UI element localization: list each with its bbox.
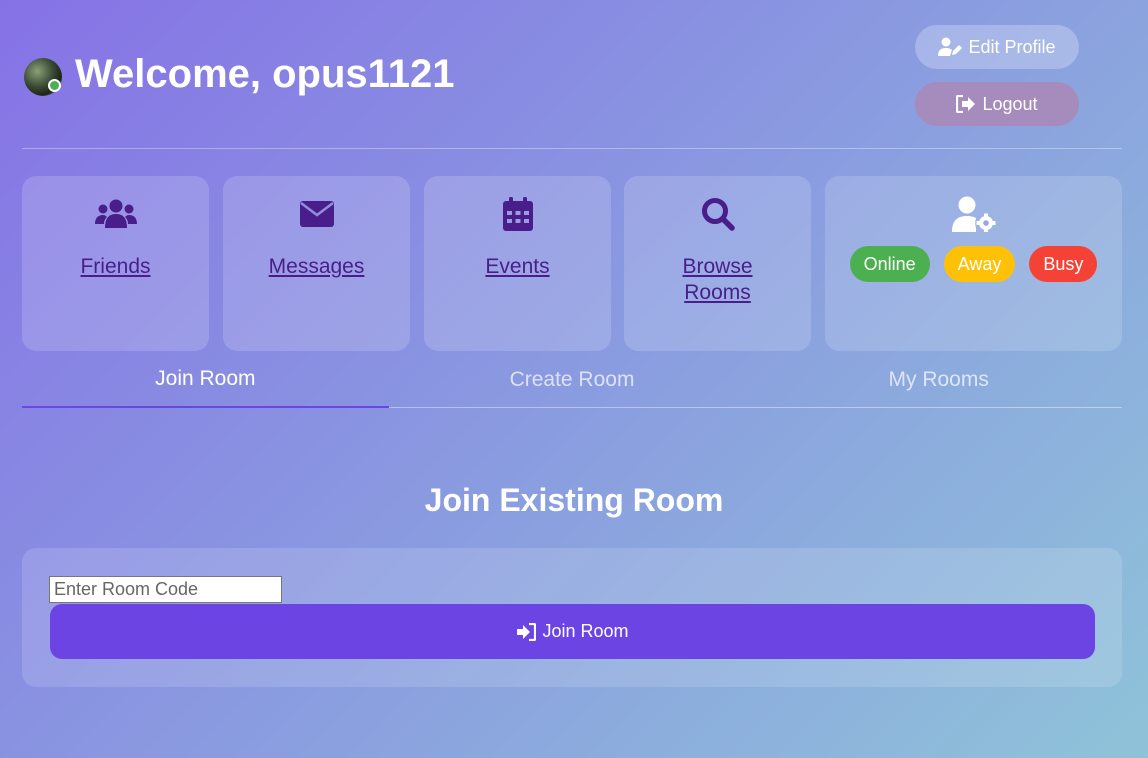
room-code-input[interactable] <box>49 576 282 603</box>
sign-in-icon <box>517 622 537 641</box>
join-room-label: Join Room <box>542 621 629 641</box>
events-card[interactable]: Events <box>424 176 611 351</box>
join-room-button[interactable]: Join Room <box>50 604 1095 659</box>
browse-rooms-card[interactable]: Browse Rooms <box>624 176 811 351</box>
friends-link[interactable]: Friends <box>80 254 150 280</box>
events-link[interactable]: Events <box>485 254 549 280</box>
messages-card[interactable]: Messages <box>223 176 410 351</box>
messages-link[interactable]: Messages <box>269 254 365 280</box>
envelope-icon <box>299 201 334 227</box>
tab-create-room[interactable]: Create Room <box>389 352 756 407</box>
status-online-button[interactable]: Online <box>849 246 930 282</box>
welcome-heading: Welcome, opus1121 <box>75 52 455 96</box>
status-busy-button[interactable]: Busy <box>1029 246 1098 282</box>
browse-rooms-link[interactable]: Browse Rooms <box>658 254 778 306</box>
user-edit-icon <box>938 37 963 56</box>
calendar-icon <box>502 197 533 231</box>
status-away-button[interactable]: Away <box>943 246 1016 282</box>
user-settings-icon <box>951 196 995 232</box>
search-icon <box>701 198 735 231</box>
users-icon <box>94 199 137 228</box>
edit-profile-button[interactable]: Edit Profile <box>915 25 1079 69</box>
status-card: Online Away Busy <box>825 176 1122 351</box>
logout-label: Logout <box>982 93 1038 114</box>
logout-button[interactable]: Logout <box>915 82 1079 126</box>
section-title: Join Existing Room <box>424 482 724 518</box>
tab-join-room[interactable]: Join Room <box>22 352 389 408</box>
logout-icon <box>956 95 976 113</box>
online-indicator <box>48 79 61 92</box>
join-room-panel: Join Room <box>22 548 1122 687</box>
room-tabs: Join Room Create Room My Rooms <box>22 352 1122 408</box>
status-selector: Online Away Busy <box>849 246 1098 282</box>
edit-profile-label: Edit Profile <box>968 36 1056 57</box>
tab-my-rooms[interactable]: My Rooms <box>755 352 1122 407</box>
friends-card[interactable]: Friends <box>22 176 209 351</box>
